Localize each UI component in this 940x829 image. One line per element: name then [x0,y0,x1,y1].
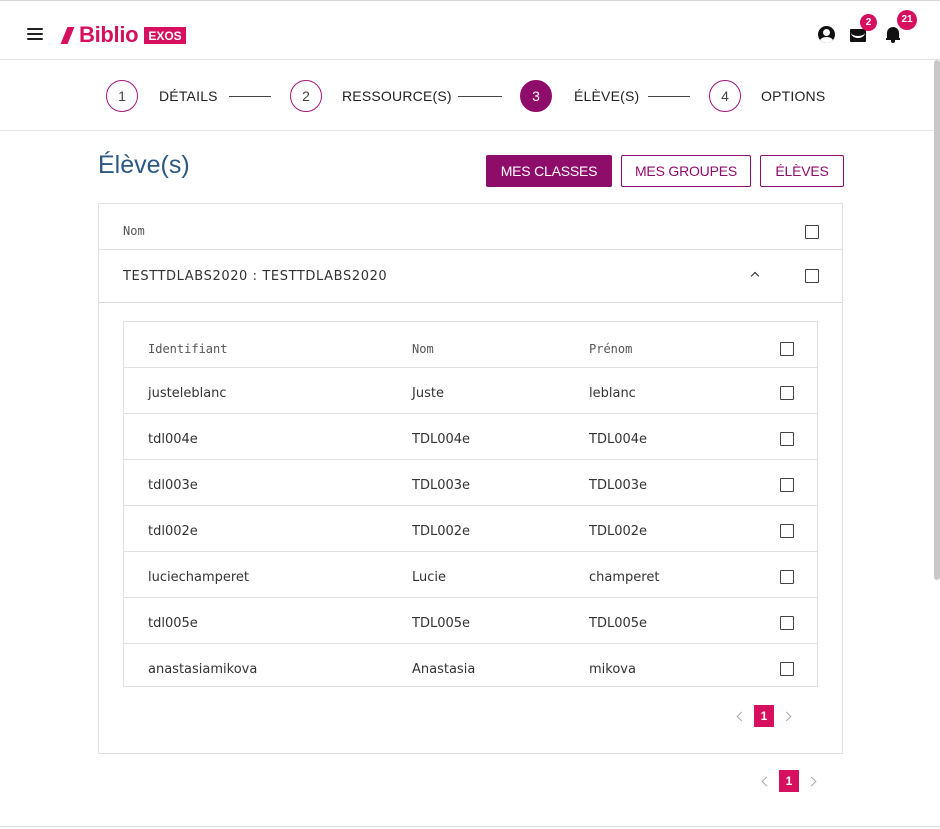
table-row[interactable]: tdl005e TDL005e TDL005e [124,598,817,644]
step-number: 4 [709,80,741,112]
column-header-prenom: Prénom [589,342,633,356]
chevron-left-icon[interactable] [735,711,745,721]
selection-panel: Nom TESTTDLABS2020 : TESTTDLABS2020 Iden… [98,203,843,754]
menu-icon[interactable] [27,28,43,40]
mes-groupes-button[interactable]: MES GROUPES [621,155,751,187]
column-header-nom: Nom [412,342,434,356]
cell-identifiant: luciechamperet [148,570,250,585]
cell-identifiant: tdl005e [148,616,198,631]
cell-prenom: champeret [589,570,660,585]
table-row[interactable]: tdl004e TDL004e TDL004e [124,414,817,460]
step-connector [648,96,690,97]
cell-nom: TDL003e [412,478,471,493]
mail-count-badge: 2 [860,14,877,31]
cell-nom: TDL002e [412,524,471,539]
step-options[interactable]: 4 OPTIONS [709,80,825,112]
cell-prenom: TDL003e [589,478,648,493]
table-row[interactable]: luciechamperet Lucie champeret [124,552,817,598]
cell-prenom: TDL002e [589,524,648,539]
row-checkbox[interactable] [780,432,794,446]
mes-classes-button[interactable]: MES CLASSES [486,155,612,187]
step-label: ÉLÈVE(S) [574,88,640,104]
row-checkbox[interactable] [780,662,794,676]
page-number[interactable]: 1 [779,770,799,792]
cell-identifiant: tdl002e [148,524,198,539]
page-title: Élève(s) [98,151,190,179]
class-group-label: TESTTDLABS2020 : TESTTDLABS2020 [123,269,388,284]
notification-count-badge: 21 [897,10,917,30]
cell-identifiant: tdl003e [148,478,198,493]
logo-text: Biblio [79,22,139,47]
chevron-right-icon[interactable] [783,711,793,721]
table-row[interactable]: tdl002e TDL002e TDL002e [124,506,817,552]
step-number: 1 [106,80,138,112]
table-row[interactable]: tdl003e TDL003e TDL003e [124,460,817,506]
select-all-checkbox[interactable] [805,225,819,239]
outer-pagination: 1 [760,770,818,792]
step-number: 3 [520,80,552,112]
cell-nom: Anastasia [412,662,476,677]
row-checkbox[interactable] [780,386,794,400]
cell-nom: Lucie [412,570,447,585]
row-checkbox[interactable] [780,570,794,584]
app-header: Biblio EXOS 2 21 [0,0,940,60]
cell-nom: Juste [412,386,444,401]
step-connector [458,96,502,97]
step-number: 2 [290,80,322,112]
step-eleves[interactable]: 3 ÉLÈVE(S) [520,80,639,112]
row-checkbox[interactable] [780,616,794,630]
students-table: Identifiant Nom Prénom justeleblanc Just… [123,321,818,687]
notification-bell-icon[interactable] [886,25,900,43]
step-ressources[interactable]: 2 RESSOURCE(S) [290,80,452,112]
step-label: OPTIONS [761,88,826,104]
table-row[interactable]: justeleblanc Juste leblanc [124,368,817,414]
cell-nom: TDL005e [412,616,471,631]
step-label: DÉTAILS [159,88,218,104]
page-scrollbar[interactable] [934,60,940,580]
cell-identifiant: anastasiamikova [148,662,258,677]
biblio-exos-logo[interactable]: Biblio EXOS [60,22,186,47]
cell-nom: TDL004e [412,432,471,447]
chevron-right-icon[interactable] [808,776,818,786]
step-details[interactable]: 1 DÉTAILS [106,80,218,112]
chevron-up-icon[interactable] [749,270,761,280]
mail-icon[interactable] [850,29,866,42]
page-number[interactable]: 1 [754,705,774,727]
class-group-checkbox[interactable] [805,269,819,283]
logo-badge: EXOS [144,26,186,44]
select-all-students-checkbox[interactable] [780,342,794,356]
row-checkbox[interactable] [780,524,794,538]
cell-identifiant: tdl004e [148,432,198,447]
cell-prenom: TDL005e [589,616,648,631]
column-header-nom: Nom [123,224,145,238]
column-header-identifiant: Identifiant [148,342,228,356]
chevron-left-icon[interactable] [760,776,770,786]
eleves-button[interactable]: ÉLÈVES [760,155,844,187]
cell-prenom: leblanc [589,386,636,401]
logo-slash-mark [60,26,75,44]
inner-pagination: 1 [735,705,793,727]
step-connector [229,96,271,97]
cell-prenom: mikova [589,662,636,677]
wizard-stepper: 1 DÉTAILS 2 RESSOURCE(S) 3 ÉLÈVE(S) 4 OP… [0,61,940,131]
panel-header-row: Nom [99,204,842,250]
account-icon[interactable] [818,26,835,43]
row-checkbox[interactable] [780,478,794,492]
table-header-row: Identifiant Nom Prénom [124,322,817,368]
cell-prenom: TDL004e [589,432,648,447]
table-row[interactable]: anastasiamikova Anastasia mikova [124,644,817,690]
cell-identifiant: justeleblanc [148,386,227,401]
class-group-row[interactable]: TESTTDLABS2020 : TESTTDLABS2020 [99,250,842,303]
step-label: RESSOURCE(S) [342,88,452,104]
